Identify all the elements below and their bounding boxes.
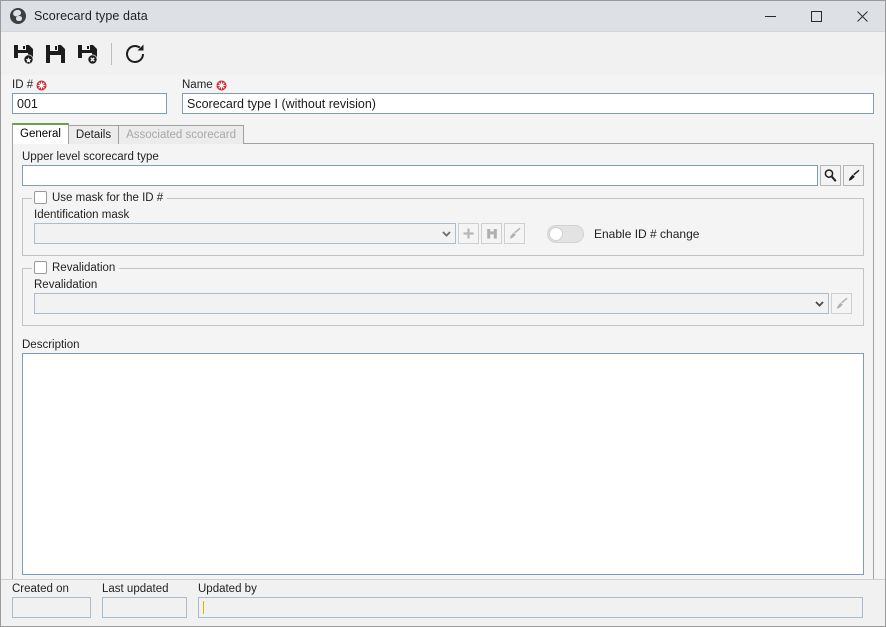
refresh-icon [126,44,144,63]
toggle-knob [549,226,563,241]
name-field-group: Name [182,79,874,114]
general-tab-panel: Upper level scorecard type Use mask for … [12,143,874,598]
refresh-button[interactable] [120,38,150,70]
globe-icon [10,8,26,24]
revalidation-group: Revalidation Revalidation [22,261,864,326]
chevron-down-icon [438,224,455,243]
brush-icon [509,227,521,239]
use-mask-legend-label: Use mask for the ID # [52,191,164,204]
save-and-close-button[interactable] [73,38,103,70]
minimize-icon[interactable] [747,1,793,32]
binoculars-icon [486,228,497,239]
tab-strip: General Details Associated scorecard [12,123,874,144]
id-input[interactable] [12,93,167,114]
required-icon [36,80,47,91]
tab-details[interactable]: Details [67,125,120,144]
required-icon [216,80,227,91]
toolbar-separator [111,42,112,65]
use-mask-checkbox[interactable] [34,191,47,204]
enable-id-change-label: Enable ID # change [594,226,700,241]
window-title: Scorecard type data [34,9,148,23]
name-input[interactable] [182,93,874,114]
brush-icon [836,297,848,309]
updated-by-label: Updated by [198,583,257,595]
chevron-down-icon [811,294,828,313]
revalidation-clear-button [831,293,852,314]
footer-bar: Created on Last updated Updated by [1,579,885,626]
revalidation-checkbox[interactable] [34,261,47,274]
tab-associated-scorecard: Associated scorecard [118,125,245,144]
identification-mask-add-button [458,223,479,244]
upper-level-clear-button[interactable] [843,165,864,186]
brush-icon [848,169,860,181]
save-button[interactable] [41,38,71,70]
id-label: ID # [12,79,167,91]
revalidation-legend-label: Revalidation [52,261,116,274]
upper-level-scorecard-type-label: Upper level scorecard type [22,151,159,163]
last-updated-group: Last updated [102,583,187,618]
save-and-new-button[interactable] [9,38,39,70]
identification-mask-clear-button [504,223,525,244]
updated-by-value [198,597,863,618]
use-mask-group: Use mask for the ID # Identification mas… [22,191,864,256]
upper-level-scorecard-type-input[interactable] [22,165,818,186]
maximize-icon[interactable] [793,1,839,32]
revalidation-legend: Revalidation [32,261,120,274]
plus-icon [463,228,474,239]
form-area: ID # 001 Name Scorecard type I (without … [1,75,885,598]
identification-mask-combobox[interactable] [34,223,456,244]
last-updated-value [102,597,187,618]
last-updated-label: Last updated [102,583,169,595]
tab-general[interactable]: General [12,123,69,144]
magnifier-icon [824,169,837,182]
enable-id-change-toggle[interactable] [547,224,584,243]
identity-row: ID # 001 Name Scorecard type I (without … [12,75,874,114]
created-on-value [12,597,91,618]
name-label: Name [182,79,874,91]
revalidation-row [34,293,852,314]
title-bar: Scorecard type data [1,1,885,32]
save-close-icon [78,44,98,64]
description-textarea[interactable] [22,353,864,575]
close-icon[interactable] [839,1,885,32]
window-controls [747,1,885,32]
upper-level-search-button[interactable] [820,165,841,186]
scorecard-type-data-window: Scorecard type data ID # 001 Name Scorec… [0,0,886,627]
save-icon [46,44,65,63]
toolbar [1,32,885,75]
save-new-icon [14,44,34,64]
id-field-group: ID # [12,79,167,114]
use-mask-legend: Use mask for the ID # [32,191,168,204]
created-on-group: Created on [12,583,91,618]
description-label: Description [22,339,80,351]
updated-by-group: Updated by [198,583,863,618]
identification-mask-find-button [481,223,502,244]
identification-mask-row: Enable ID # change [34,223,852,244]
created-on-label: Created on [12,583,69,595]
identification-mask-label: Identification mask [34,209,130,221]
revalidation-field-label: Revalidation [34,279,98,291]
revalidation-combobox[interactable] [34,293,829,314]
upper-level-scorecard-type-row [22,165,864,186]
